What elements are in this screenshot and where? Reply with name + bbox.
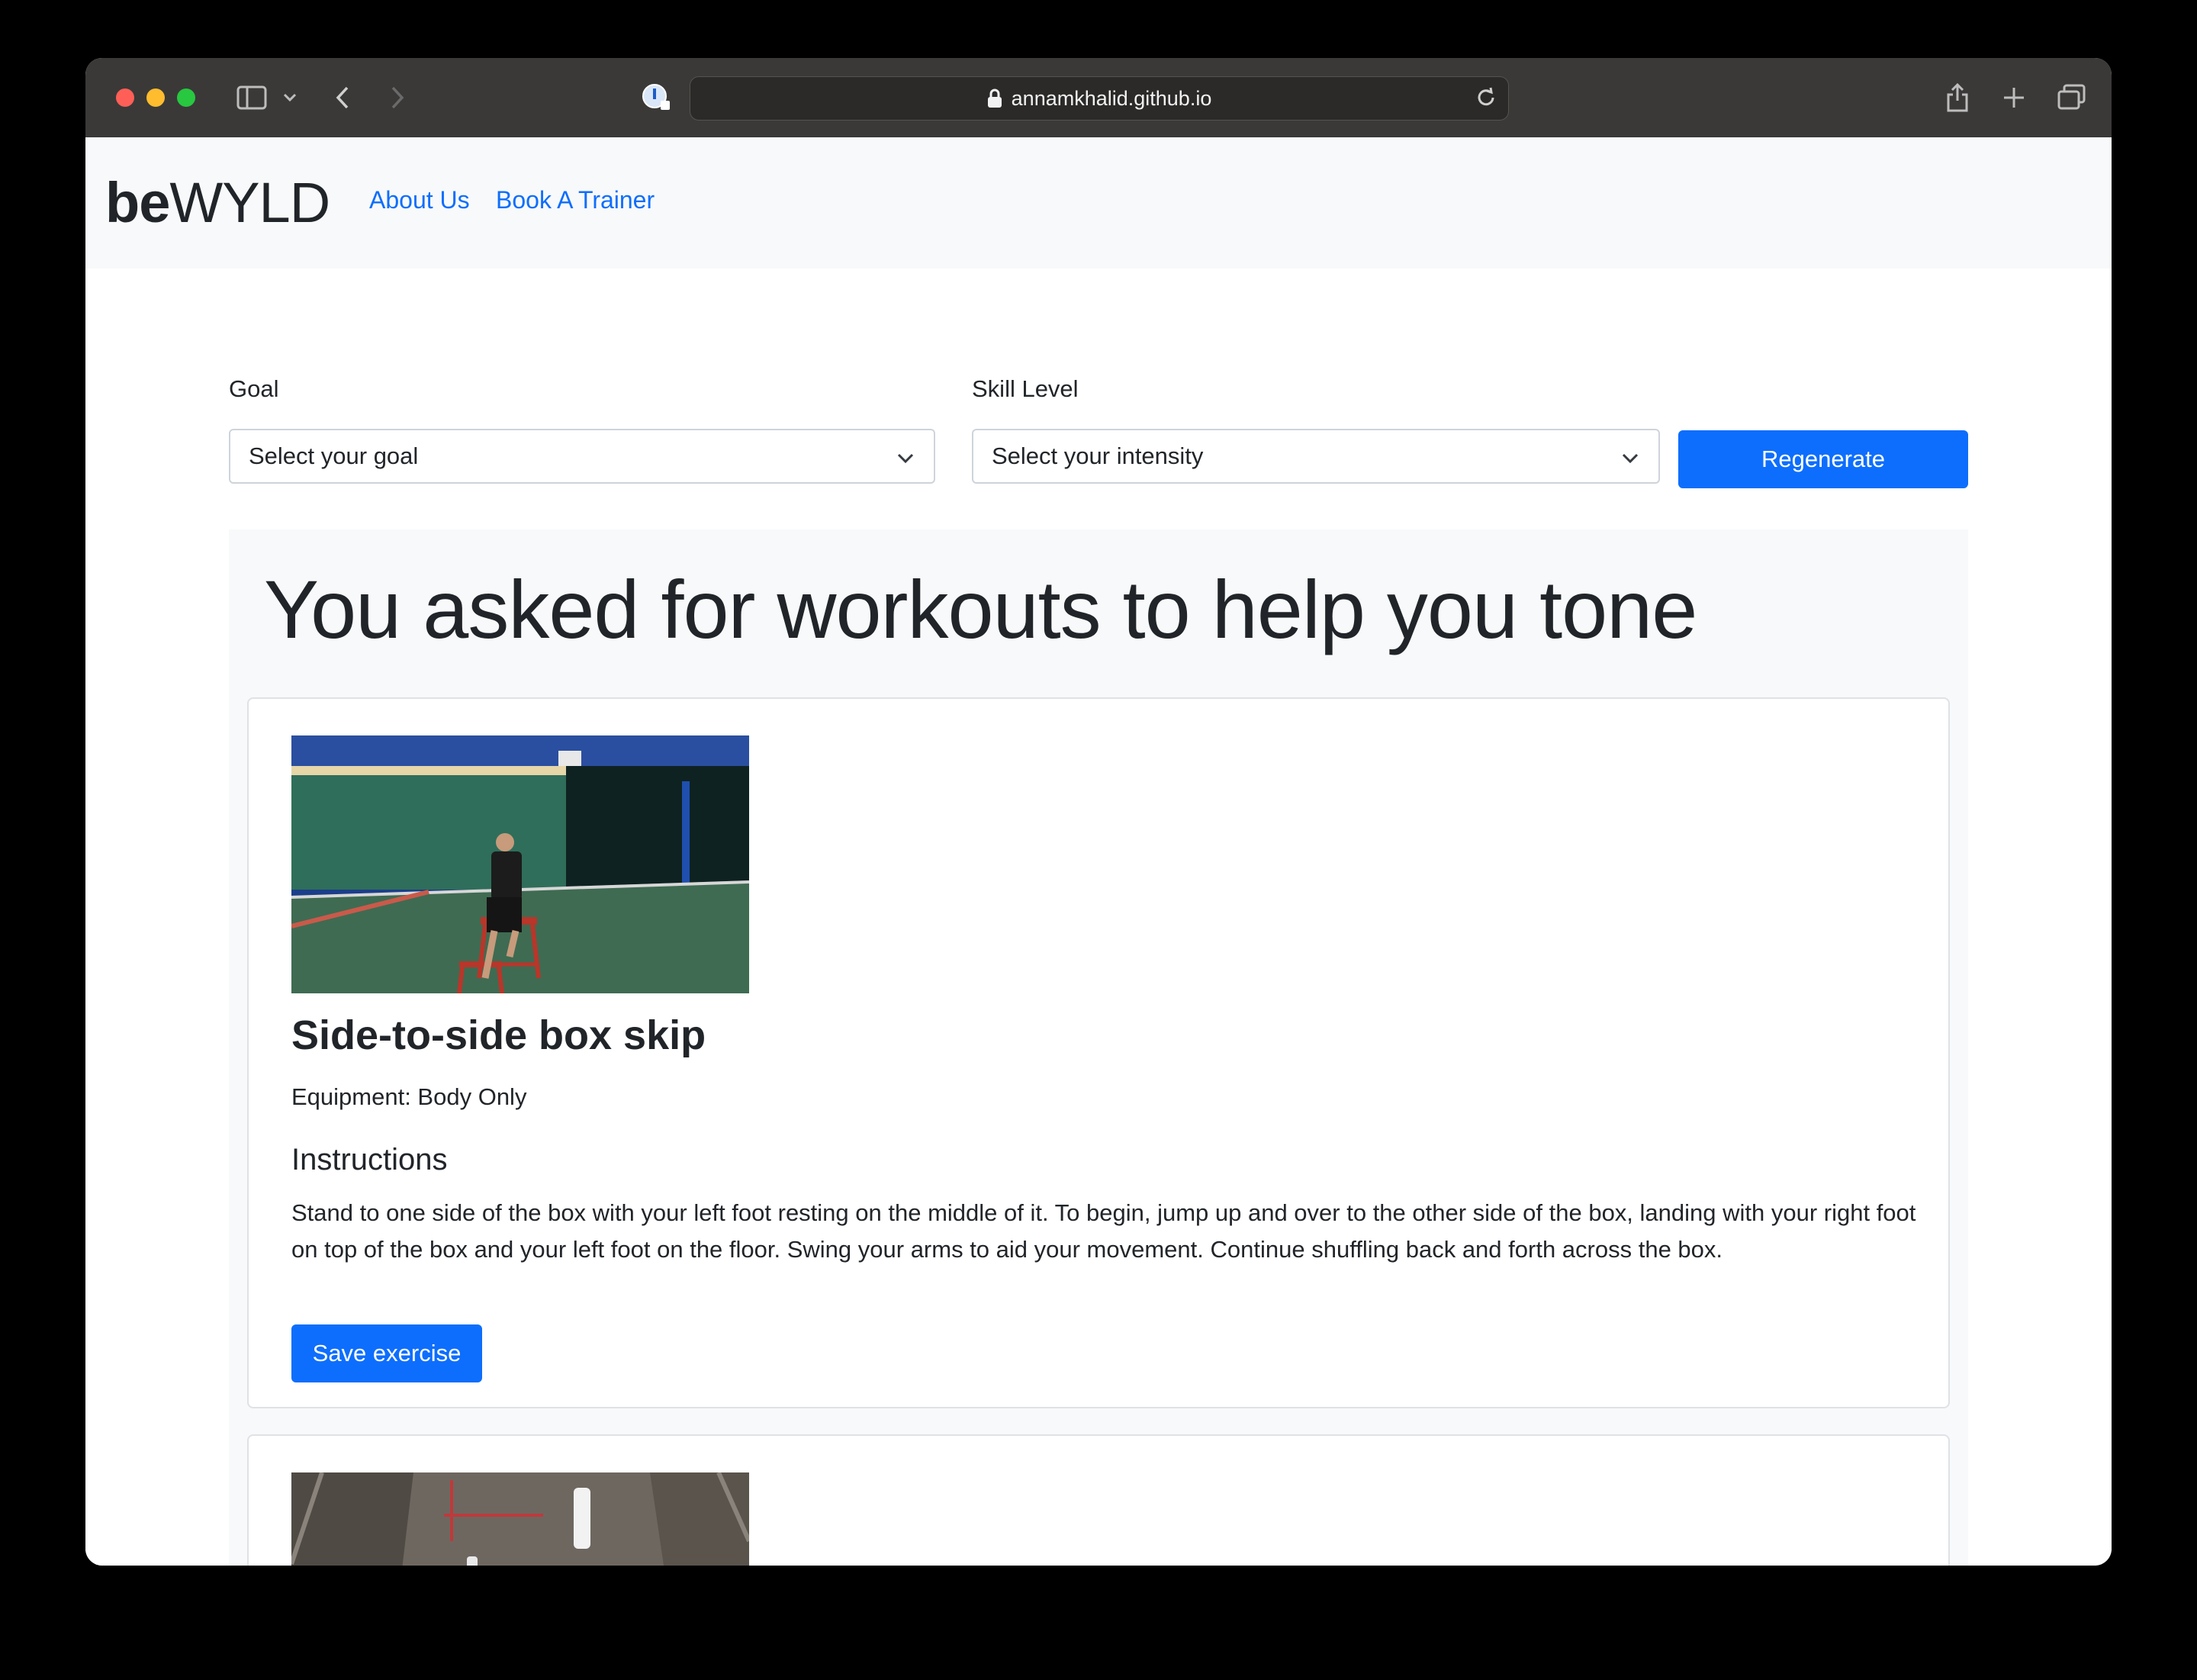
web-page: beWYLD About Us Book A Trainer Goal Sele… [85,137,2112,1566]
chevron-right-icon[interactable] [386,81,409,114]
sidebar-icon[interactable] [235,81,269,114]
goal-select[interactable]: Select your goal [229,429,935,484]
plus-icon[interactable] [1999,81,2029,114]
skill-level-label: Skill Level [972,375,1079,402]
zoom-window-button[interactable] [177,89,195,107]
exercise-image [291,1472,749,1566]
privacy-report-icon[interactable] [639,81,673,114]
address-bar[interactable]: annamkhalid.github.io [690,76,1509,121]
nav-link-about-us[interactable]: About Us [369,186,470,214]
results-panel: You asked for workouts to help you tone [229,529,1968,1566]
save-exercise-button[interactable]: Save exercise [291,1324,482,1382]
lock-icon [987,89,1002,108]
close-window-button[interactable] [116,89,134,107]
exercise-equipment: Equipment: Body Only [291,1083,527,1110]
chevron-down-icon [1620,447,1640,475]
chevron-down-icon[interactable] [281,81,299,114]
chevron-down-icon [896,447,915,475]
regenerate-button[interactable]: Regenerate [1678,430,1968,488]
exercise-image [291,735,749,993]
chevron-left-icon[interactable] [331,81,354,114]
tab-overview-icon[interactable] [2055,81,2089,114]
brand-bold-text: be [105,171,170,234]
site-navbar: beWYLD About Us Book A Trainer [85,137,2112,269]
browser-toolbar: annamkhalid.github.io [85,58,2112,139]
browser-window: annamkhalid.github.io beWYLD About Us Bo… [85,58,2112,1566]
brand-light-text: WYLD [169,171,330,234]
exercise-instructions: Stand to one side of the box with your l… [291,1199,1916,1263]
share-icon[interactable] [1942,81,1973,114]
url-text: annamkhalid.github.io [1011,86,1212,110]
exercise-card [247,1434,1950,1566]
instructions-heading: Instructions [291,1143,448,1176]
goal-select-value: Select your goal [249,443,419,469]
goal-label: Goal [229,375,279,402]
exercise-title: Side-to-side box skip [291,1012,706,1058]
skill-level-select-value: Select your intensity [992,443,1204,469]
results-heading: You asked for workouts to help you tone [264,563,1697,655]
reload-icon[interactable] [1475,86,1497,114]
brand-logo[interactable]: beWYLD [105,172,330,233]
exercise-card: Side-to-side box skip Equipment: Body On… [247,697,1950,1408]
nav-link-book-trainer[interactable]: Book A Trainer [496,186,655,214]
minimize-window-button[interactable] [146,89,165,107]
skill-level-select[interactable]: Select your intensity [972,429,1660,484]
